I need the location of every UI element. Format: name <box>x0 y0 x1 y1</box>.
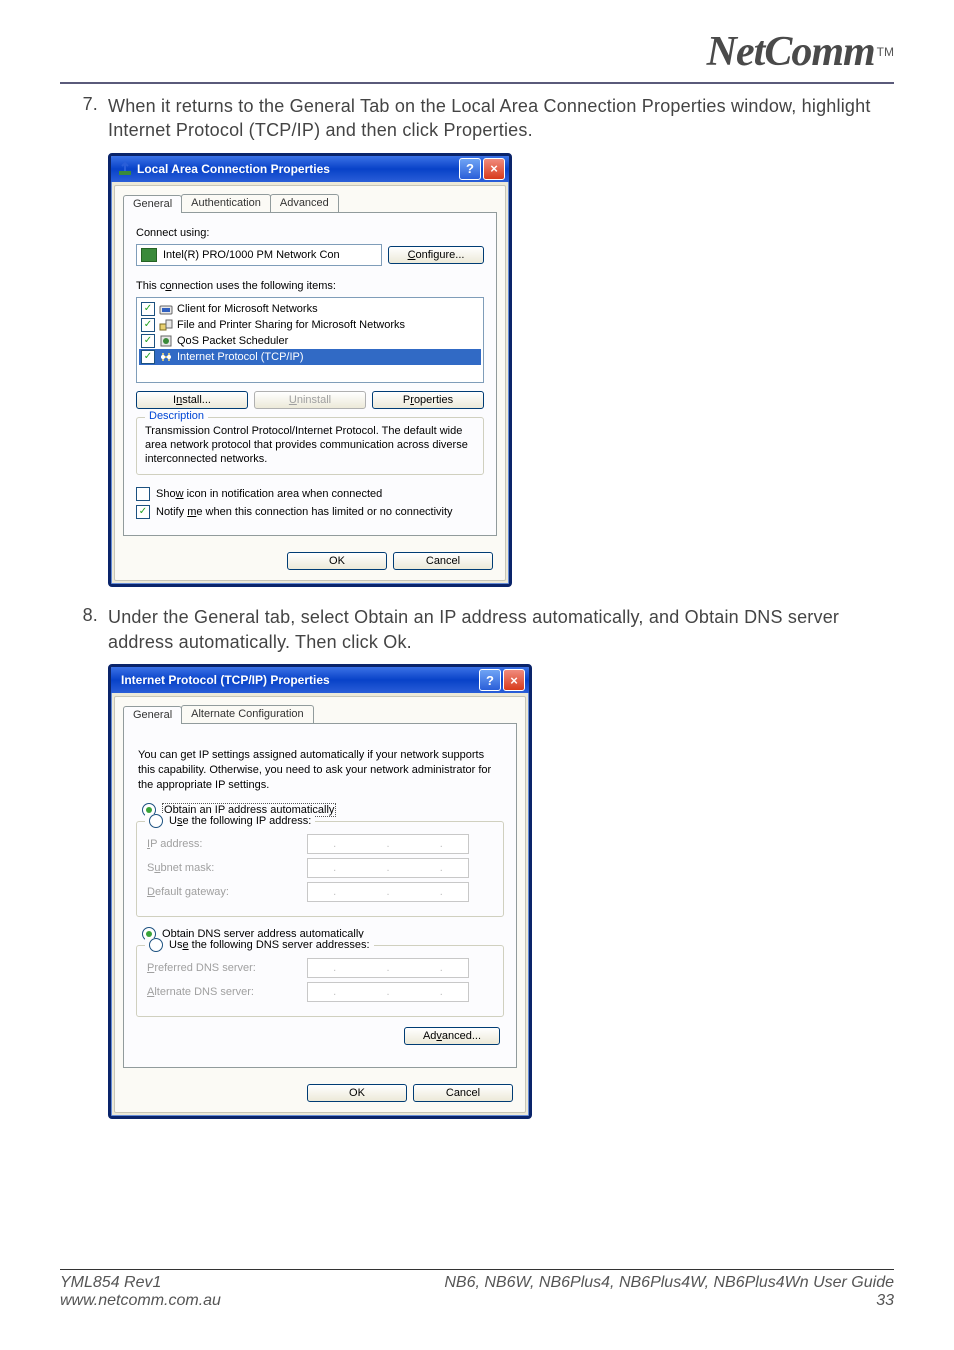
dialog-body: General Alternate Configuration You can … <box>114 696 526 1113</box>
list-item[interactable]: ✓ File and Printer Sharing for Microsoft… <box>139 317 481 333</box>
dialog-title: Local Area Connection Properties <box>137 162 457 176</box>
tab-alternate[interactable]: Alternate Configuration <box>181 705 314 723</box>
step-8: 8. Under the General tab, select Obtain … <box>60 605 894 654</box>
trademark: TM <box>877 45 894 59</box>
tab-authentication[interactable]: Authentication <box>181 194 271 212</box>
description-legend: Description <box>145 410 208 422</box>
pref-dns-input: ... <box>307 958 469 978</box>
alt-dns-label: Alternate DNS server: <box>147 986 307 998</box>
tcpip-icon <box>159 350 173 364</box>
list-item-selected[interactable]: ✓ Internet Protocol (TCP/IP) <box>139 349 481 365</box>
footer-doc-id: YML854 Rev1 <box>60 1274 161 1292</box>
ip-group: Use the following IP address: IP address… <box>136 821 504 917</box>
tab-general[interactable]: General <box>123 195 182 213</box>
use-ip-legend: Use the following IP address: <box>145 814 315 828</box>
radio-label: Use the following IP address: <box>169 815 311 827</box>
advanced-button[interactable]: Advanced... <box>404 1027 500 1045</box>
help-button[interactable]: ? <box>479 669 501 691</box>
tab-strip: General Alternate Configuration <box>123 705 523 723</box>
nic-icon <box>141 248 157 262</box>
cancel-button[interactable]: Cancel <box>413 1084 513 1102</box>
connect-using-label: Connect using: <box>136 227 484 239</box>
tab-pane-general: You can get IP settings assigned automat… <box>123 723 517 1068</box>
description-group: Description Transmission Control Protoco… <box>136 417 484 476</box>
tab-advanced[interactable]: Advanced <box>270 194 339 212</box>
footer-product-line: NB6, NB6W, NB6Plus4, NB6Plus4W, NB6Plus4… <box>444 1274 894 1292</box>
dialog-title: Internet Protocol (TCP/IP) Properties <box>121 673 477 687</box>
close-button[interactable]: × <box>483 158 505 180</box>
gateway-label: Default gateway: <box>147 886 307 898</box>
share-icon <box>159 318 173 332</box>
properties-button[interactable]: Properties <box>372 391 484 409</box>
use-dns-legend: Use the following DNS server addresses: <box>145 938 374 952</box>
brand-logo: NetComm <box>707 28 875 76</box>
step-text: When it returns to the General Tab on th… <box>108 94 894 143</box>
install-button[interactable]: Install... <box>136 391 248 409</box>
subnet-input: ... <box>307 858 469 878</box>
connection-icon <box>117 161 133 177</box>
list-item-label: File and Printer Sharing for Microsoft N… <box>177 319 405 331</box>
help-button[interactable]: ? <box>459 158 481 180</box>
component-list[interactable]: ✓ Client for Microsoft Networks ✓ File a… <box>136 297 484 383</box>
configure-button[interactable]: Configure... <box>388 246 484 264</box>
items-label: This connection uses the following items… <box>136 280 484 292</box>
tab-strip: General Authentication Advanced <box>123 194 503 212</box>
uninstall-button: Uninstall <box>254 391 366 409</box>
step-7: 7. When it returns to the General Tab on… <box>60 94 894 143</box>
titlebar: Internet Protocol (TCP/IP) Properties ? … <box>111 667 529 693</box>
tab-pane-general: Connect using: Intel(R) PRO/1000 PM Netw… <box>123 212 497 537</box>
nic-display: Intel(R) PRO/1000 PM Network Con <box>136 244 382 266</box>
cancel-button[interactable]: Cancel <box>393 552 493 570</box>
page-number: 33 <box>876 1292 894 1310</box>
ip-input: ... <box>307 834 469 854</box>
tcpip-properties-dialog: Internet Protocol (TCP/IP) Properties ? … <box>108 664 532 1119</box>
subnet-label: Subnet mask: <box>147 862 307 874</box>
lan-properties-dialog: Local Area Connection Properties ? × Gen… <box>108 153 512 588</box>
show-icon-label: Show icon in notification area when conn… <box>156 488 382 500</box>
dns-group: Use the following DNS server addresses: … <box>136 945 504 1017</box>
header: NetComm TM <box>60 28 894 76</box>
list-item-label: QoS Packet Scheduler <box>177 335 288 347</box>
pref-dns-label: Preferred DNS server: <box>147 962 307 974</box>
radio-use-ip[interactable] <box>149 814 163 828</box>
titlebar: Local Area Connection Properties ? × <box>111 156 509 182</box>
ip-label: IP address: <box>147 838 307 850</box>
show-icon-checkbox[interactable]: ✓ <box>136 487 150 501</box>
gateway-input: ... <box>307 882 469 902</box>
footer-url: www.netcomm.com.au <box>60 1292 221 1310</box>
ok-button[interactable]: OK <box>307 1084 407 1102</box>
checkbox-icon[interactable]: ✓ <box>141 334 155 348</box>
notify-label: Notify me when this connection has limit… <box>156 506 453 518</box>
close-button[interactable]: × <box>503 669 525 691</box>
alt-dns-input: ... <box>307 982 469 1002</box>
intro-text: You can get IP settings assigned automat… <box>138 748 502 793</box>
qos-icon <box>159 334 173 348</box>
client-icon <box>159 302 173 316</box>
radio-use-dns[interactable] <box>149 938 163 952</box>
radio-label: Use the following DNS server addresses: <box>169 939 370 951</box>
step-number: 7. <box>60 94 108 143</box>
checkbox-icon[interactable]: ✓ <box>141 318 155 332</box>
list-item[interactable]: ✓ Client for Microsoft Networks <box>139 301 481 317</box>
notify-checkbox[interactable]: ✓ <box>136 505 150 519</box>
nic-name: Intel(R) PRO/1000 PM Network Con <box>163 249 340 261</box>
checkbox-icon[interactable]: ✓ <box>141 350 155 364</box>
step-number: 8. <box>60 605 108 654</box>
dialog-body: General Authentication Advanced Connect … <box>114 185 506 582</box>
list-item-label: Client for Microsoft Networks <box>177 303 318 315</box>
list-item[interactable]: ✓ QoS Packet Scheduler <box>139 333 481 349</box>
header-rule <box>60 82 894 84</box>
ok-button[interactable]: OK <box>287 552 387 570</box>
footer-rule <box>60 1269 894 1270</box>
step-text: Under the General tab, select Obtain an … <box>108 605 894 654</box>
description-text: Transmission Control Protocol/Internet P… <box>145 424 475 467</box>
page-footer: YML854 Rev1 NB6, NB6W, NB6Plus4, NB6Plus… <box>60 1269 894 1310</box>
checkbox-icon[interactable]: ✓ <box>141 302 155 316</box>
list-item-label: Internet Protocol (TCP/IP) <box>177 351 304 363</box>
tab-general[interactable]: General <box>123 706 182 724</box>
